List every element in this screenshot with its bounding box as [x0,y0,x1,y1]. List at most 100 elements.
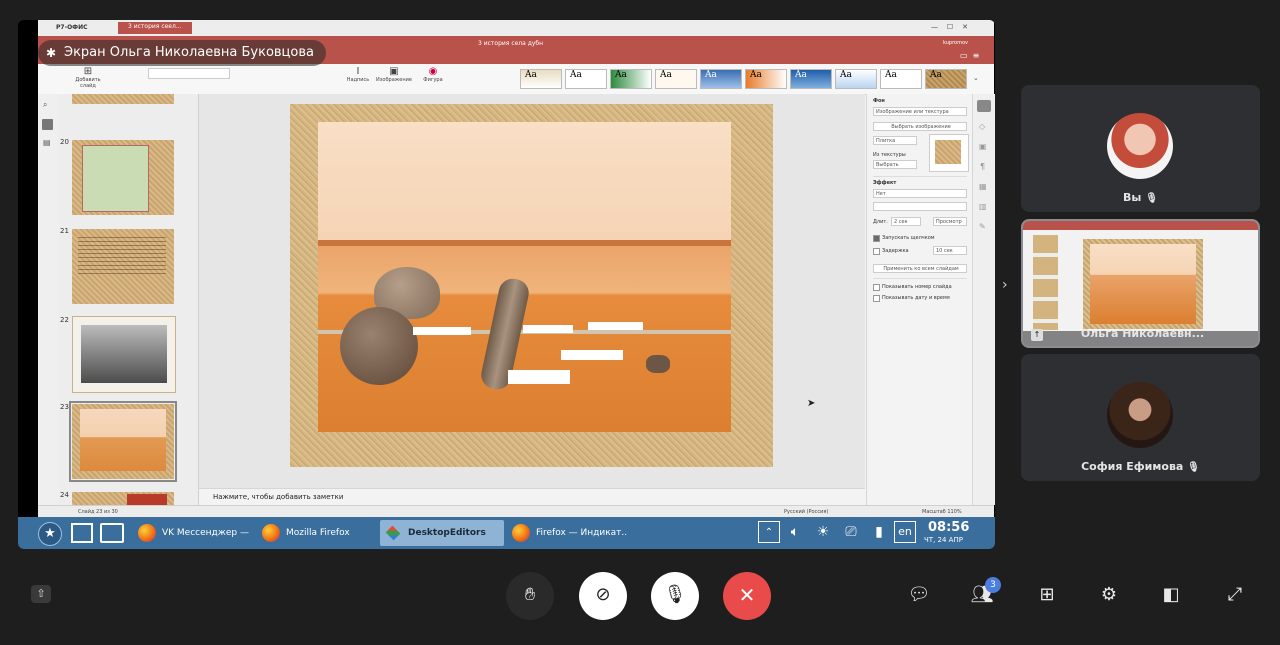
texture-select[interactable]: Выбрать [873,160,917,169]
gear-icon[interactable]: ⚙ [1096,584,1122,605]
theme-10[interactable]: Aa [925,69,967,89]
add-slide-button[interactable]: ⊞ Добавить слайд [68,66,108,89]
delay-checkbox[interactable] [873,248,880,255]
right-sidebar: ◇ ▣ ¶ ▦ ▥ ✎ [972,94,995,505]
slide-photo[interactable] [318,122,731,432]
text-box-button[interactable]: Ⅰ Надпись [343,66,373,83]
shape-button[interactable]: ◉ Фигура [418,66,448,83]
zoom-level[interactable]: Масштаб 110% [922,509,962,515]
raise-hand-button[interactable]: ✋︎ [506,572,554,620]
close-icon: ✕ [738,583,756,607]
chart-icon[interactable]: ▥ [979,202,987,211]
slide-thumb-19[interactable] [72,94,174,104]
slide-number: 21 [60,227,69,235]
camera-toggle-button[interactable]: ⊘ [579,572,627,620]
slide-thumb-20[interactable] [72,140,174,215]
preview-button[interactable]: Просмотр [933,217,967,226]
slides-icon[interactable] [42,119,53,130]
menu-icon[interactable]: ▭ ≡ [960,51,979,60]
image-settings-icon[interactable]: ▣ [979,142,987,151]
image-button[interactable]: ▣ Изображение [374,66,414,83]
font-controls[interactable] [148,68,230,79]
participant-name: София Ефимова 🎙︎ [1081,460,1200,473]
participant-tile-self[interactable]: Вы 🎙︎ [1021,85,1260,212]
user-name: kupromov [943,40,968,46]
slide-thumb-23[interactable] [69,401,177,482]
theme-9[interactable]: Aa [880,69,922,89]
slide-number: 20 [60,138,69,146]
display-case-glass [318,240,731,246]
participant-tile-presenter[interactable]: ↑ Ольга Николаевн... [1021,219,1260,348]
theme-2[interactable]: Aa [565,69,607,89]
duration-label: Длит. [873,219,888,225]
show-number-checkbox[interactable] [873,284,880,291]
notes-pane[interactable]: Нажмите, чтобы добавить заметки [199,488,865,506]
task-firefox-indicator[interactable]: Firefox — Индикат.. [510,520,630,546]
comments-icon[interactable]: ▤ [43,138,51,147]
task-vk-messenger[interactable]: VK Мессенджер — [136,520,251,546]
start-menu-icon[interactable]: ★ [38,522,62,546]
layout-icon[interactable]: ◧ [1158,584,1184,605]
mic-toggle-button[interactable]: 🎙︎ [651,572,699,620]
search-icon[interactable]: ⌕ [43,100,47,110]
shape-settings-icon[interactable]: ◇ [979,122,985,131]
firefox-icon [512,524,530,542]
slide-thumb-24[interactable] [72,492,174,505]
task-mozilla-firefox[interactable]: Mozilla Firefox [260,520,370,546]
signature-icon[interactable]: ✎ [979,222,986,231]
battery-icon[interactable]: ▮ [868,521,890,543]
theme-3[interactable]: Aa [610,69,652,89]
text-icon: Ⅰ [356,66,360,77]
on-click-checkbox[interactable] [873,235,880,242]
theme-7[interactable]: Aa [790,69,832,89]
fullscreen-icon[interactable]: ⤢ [1222,584,1248,605]
show-number-label: Показывать номер слайда [882,284,952,290]
fill-type-select[interactable]: Изображение или текстура [873,107,967,116]
participant-tile-sofia[interactable]: София Ефимова 🎙︎ [1021,354,1260,481]
slide-settings-icon[interactable] [977,100,991,112]
document-tab[interactable]: 3 история сеел... [118,22,192,34]
language-status[interactable]: Русский (Россия) [784,509,828,515]
theme-4[interactable]: Aa [655,69,697,89]
current-slide[interactable] [290,104,773,467]
windows-icon[interactable] [71,523,93,543]
table-icon[interactable]: ▦ [979,182,987,191]
task-desktop-editors[interactable]: DesktopEditors [380,520,504,546]
tile-select[interactable]: Плитка [873,136,917,145]
network-icon[interactable]: ⎚ [840,521,862,543]
clock-time[interactable]: 08:56 [928,520,969,535]
slide-thumb-21[interactable] [72,229,174,304]
theme-8[interactable]: Aa [835,69,877,89]
share-screen-icon[interactable]: ⇧ [31,585,51,603]
hang-up-button[interactable]: ✕ [723,572,771,620]
clock-date[interactable]: ЧТ, 24 АПР [924,536,963,544]
window-controls[interactable]: — ☐ ✕ [931,23,968,31]
artifact-label-5 [508,370,570,384]
grid-icon[interactable]: ⊞ [1034,584,1060,605]
apply-all-button[interactable]: Применить ко всем слайдам [873,264,967,273]
duration-input[interactable]: 2 сек [891,217,921,226]
choose-image-button[interactable]: Выбрать изображение [873,122,967,131]
chat-icon[interactable]: 💬︎ [906,584,932,605]
chevron-right-icon[interactable]: › [1002,277,1008,293]
file-manager-icon[interactable] [100,523,124,543]
os-taskbar: ★ VK Мессенджер — Mozilla Firefox Deskto… [18,517,995,549]
brightness-icon[interactable]: ☀ [812,521,834,543]
show-date-checkbox[interactable] [873,295,880,302]
theme-1[interactable]: Aa [520,69,562,89]
volume-icon[interactable]: 🔈︎ [784,521,806,543]
participant-name: Вы 🎙︎ [1123,191,1158,204]
effect-option-select[interactable] [873,202,967,211]
delay-input[interactable]: 10 сек [933,246,967,255]
language-indicator[interactable]: en [894,521,916,543]
left-sidebar: ⌕ ▤ [38,94,59,505]
chevron-down-icon[interactable]: ⌄ [973,74,979,82]
effect-select[interactable]: Нет [873,189,967,198]
slide-thumb-22[interactable] [72,316,176,393]
mic-off-icon: 🎙︎ [1187,462,1200,473]
paragraph-icon[interactable]: ¶ [980,162,985,171]
tray-up-arrow-icon[interactable]: ⌃ [758,521,780,543]
slide-counter: Слайд 23 из 30 [78,509,118,515]
theme-6[interactable]: Aa [745,69,787,89]
theme-5[interactable]: Aa [700,69,742,89]
